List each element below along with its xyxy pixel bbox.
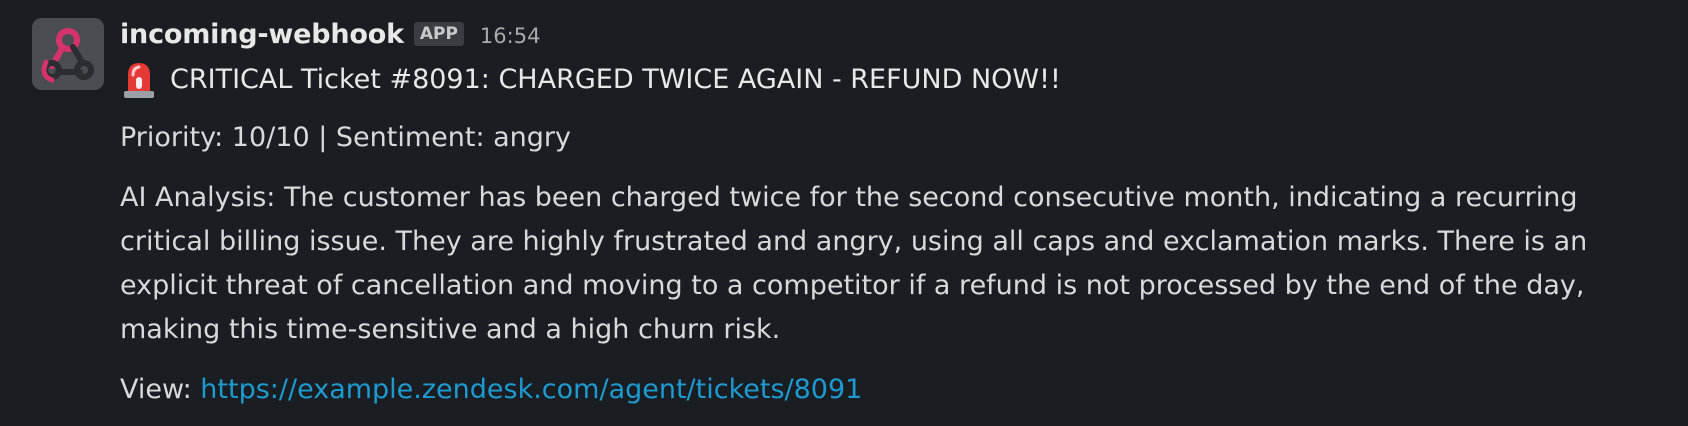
message-header: incoming-webhook APP 16:54 [120, 16, 1672, 52]
timestamp[interactable]: 16:54 [480, 24, 541, 48]
priority-line: Priority: 10/10 | Sentiment: angry [120, 122, 571, 153]
ticket-title-line: CRITICAL Ticket #8091: CHARGED TWICE AGA… [120, 58, 1672, 100]
message: incoming-webhook APP 16:54 CRITICAL Tick… [0, 0, 1688, 426]
webhook-icon [32, 18, 104, 90]
ticket-link[interactable]: https://example.zendesk.com/agent/ticket… [200, 374, 862, 405]
app-badge: APP [413, 22, 464, 46]
avatar[interactable] [32, 18, 104, 90]
sender-name[interactable]: incoming-webhook [120, 19, 404, 50]
message-content: incoming-webhook APP 16:54 CRITICAL Tick… [120, 16, 1672, 412]
ai-analysis: AI Analysis: The customer has been charg… [120, 182, 1588, 345]
view-line: View: https://example.zendesk.com/agent/… [120, 368, 1672, 412]
view-label: View: [120, 374, 192, 405]
ticket-title: CRITICAL Ticket #8091: CHARGED TWICE AGA… [170, 63, 1061, 95]
rotating-light-icon [120, 59, 158, 99]
